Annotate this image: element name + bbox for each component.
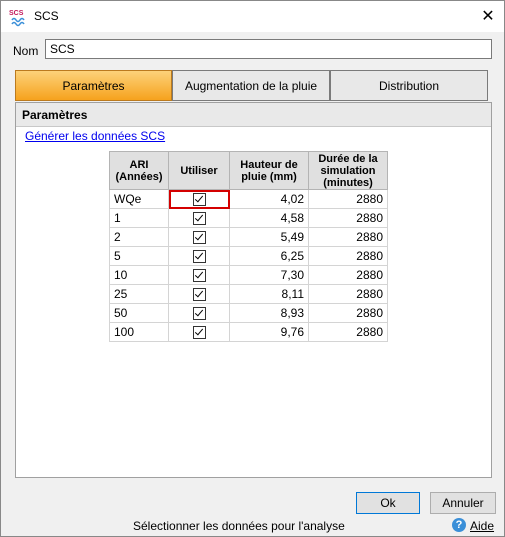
duration-cell[interactable]: 2880 — [308, 246, 388, 266]
checkbox-checked-icon[interactable] — [192, 288, 206, 302]
column-header-ari[interactable]: ARI (Années) — [109, 151, 169, 190]
name-input[interactable] — [45, 39, 492, 59]
depth-cell[interactable]: 4,02 — [229, 189, 309, 209]
ari-cell[interactable]: 50 — [109, 303, 169, 323]
use-cell[interactable] — [168, 265, 230, 285]
name-label: Nom — [13, 44, 39, 58]
scs-app-icon: SCS — [9, 10, 25, 27]
table-row: 10 7,30 2880 — [109, 265, 388, 285]
duration-cell[interactable]: 2880 — [308, 265, 388, 285]
use-cell[interactable] — [168, 208, 230, 228]
tab-distribution[interactable]: Distribution — [330, 70, 488, 101]
table-row: WQe 4,02 2880 — [109, 189, 388, 209]
ari-cell[interactable]: 25 — [109, 284, 169, 304]
ari-cell[interactable]: 10 — [109, 265, 169, 285]
depth-cell[interactable]: 5,49 — [229, 227, 309, 247]
table-row: 25 8,11 2880 — [109, 284, 388, 304]
depth-cell[interactable]: 8,11 — [229, 284, 309, 304]
rainfall-table: ARI (Années) Utiliser Hauteur de pluie (… — [109, 151, 388, 342]
ari-cell[interactable]: 100 — [109, 322, 169, 342]
ari-cell[interactable]: 2 — [109, 227, 169, 247]
checkbox-checked-icon[interactable] — [192, 212, 206, 226]
table-row: 5 6,25 2880 — [109, 246, 388, 266]
svg-text:SCS: SCS — [9, 10, 24, 17]
ok-button[interactable]: Ok — [356, 492, 420, 514]
duration-cell[interactable]: 2880 — [308, 322, 388, 342]
column-header-depth[interactable]: Hauteur de pluie (mm) — [229, 151, 309, 190]
dialog-window: SCS SCS ✕ Nom Paramètres Augmentation de… — [0, 0, 505, 537]
use-cell[interactable] — [168, 284, 230, 304]
table-row: 1 4,58 2880 — [109, 208, 388, 228]
use-cell[interactable] — [168, 189, 230, 209]
checkbox-checked-icon[interactable] — [192, 307, 206, 321]
section-header: Paramètres — [16, 103, 491, 127]
duration-cell[interactable]: 2880 — [308, 189, 388, 209]
use-cell[interactable] — [168, 303, 230, 323]
generate-scs-link[interactable]: Générer les données SCS — [25, 129, 165, 143]
duration-cell[interactable]: 2880 — [308, 227, 388, 247]
depth-cell[interactable]: 6,25 — [229, 246, 309, 266]
checkbox-checked-icon[interactable] — [192, 231, 206, 245]
ari-cell[interactable]: WQe — [109, 189, 169, 209]
use-cell[interactable] — [168, 322, 230, 342]
title-bar: SCS SCS ✕ — [1, 1, 504, 32]
duration-cell[interactable]: 2880 — [308, 284, 388, 304]
depth-cell[interactable]: 4,58 — [229, 208, 309, 228]
section-title: Paramètres — [22, 108, 88, 122]
ari-cell[interactable]: 5 — [109, 246, 169, 266]
checkbox-checked-icon[interactable] — [192, 269, 206, 283]
checkbox-checked-icon[interactable] — [192, 250, 206, 264]
tab-augmentation[interactable]: Augmentation de la pluie — [172, 70, 330, 101]
table-row: 100 9,76 2880 — [109, 322, 388, 342]
checkbox-checked-icon[interactable] — [192, 326, 206, 340]
close-button[interactable]: ✕ — [472, 1, 504, 32]
depth-cell[interactable]: 8,93 — [229, 303, 309, 323]
duration-cell[interactable]: 2880 — [308, 208, 388, 228]
ari-cell[interactable]: 1 — [109, 208, 169, 228]
help-icon[interactable]: ? — [452, 518, 466, 532]
cancel-button[interactable]: Annuler — [430, 492, 496, 514]
column-header-use[interactable]: Utiliser — [168, 151, 230, 190]
window-title: SCS — [34, 9, 59, 23]
use-cell[interactable] — [168, 246, 230, 266]
duration-cell[interactable]: 2880 — [308, 303, 388, 323]
status-text: Sélectionner les données pour l'analyse — [133, 519, 345, 533]
close-icon: ✕ — [481, 8, 495, 25]
table-row: 2 5,49 2880 — [109, 227, 388, 247]
help-link[interactable]: Aide — [470, 519, 494, 533]
depth-cell[interactable]: 7,30 — [229, 265, 309, 285]
parameters-panel: Paramètres Générer les données SCS ARI (… — [15, 102, 492, 478]
depth-cell[interactable]: 9,76 — [229, 322, 309, 342]
column-header-duration[interactable]: Durée de la simulation (minutes) — [308, 151, 388, 190]
use-cell[interactable] — [168, 227, 230, 247]
table-row: 50 8,93 2880 — [109, 303, 388, 323]
tab-parametres[interactable]: Paramètres — [15, 70, 172, 101]
checkbox-checked-icon[interactable] — [192, 193, 206, 207]
